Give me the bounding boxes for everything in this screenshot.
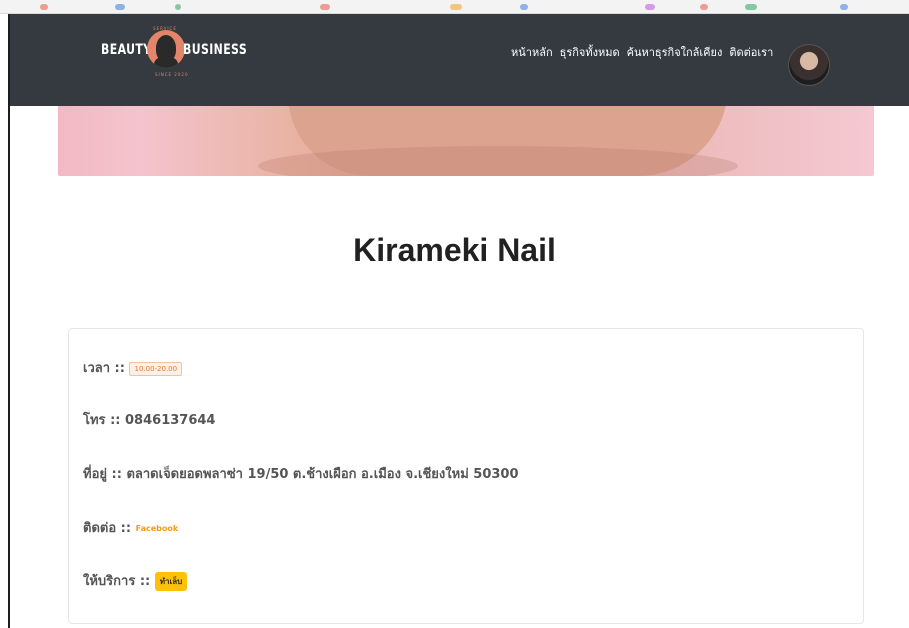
logo-word-right: BUSINESS (183, 42, 248, 58)
address-row: ที่อยู่ :: ตลาดเจ็ดยอดพลาซ่า 19/50 ต.ช้า… (83, 467, 519, 482)
shop-info-card: เวลา :: 10.00-20.00 โทร :: 0846137644 ที… (68, 328, 864, 624)
hero-image (58, 106, 874, 176)
brand-logo[interactable]: SERVICE BEAUTY BUSINESS SINCE 2020 (101, 26, 251, 96)
facebook-link[interactable]: Facebook (136, 524, 179, 533)
browser-top-strip (0, 0, 909, 14)
logo-tag-bottom: SINCE 2020 (155, 72, 189, 77)
hours-row: เวลา :: 10.00-20.00 (83, 357, 183, 378)
service-row: ให้บริการ :: ทำเล็บ (83, 570, 188, 591)
service-label: ให้บริการ (83, 574, 136, 589)
logo-silhouette-icon (147, 30, 185, 68)
logo-word-left: BEAUTY (101, 42, 152, 58)
address-label: ที่อยู่ (83, 467, 107, 482)
contact-label: ติดต่อ (83, 521, 117, 536)
window-edge (8, 14, 10, 628)
nav-item-all-businesses[interactable]: ธุรกิจทั้งหมด (560, 43, 620, 61)
nav-menu: หน้าหลัก ธุรกิจทั้งหมด ค้นหาธุรกิจใกล้เค… (511, 43, 773, 61)
page-title: Kirameki Nail (353, 232, 556, 268)
hours-badge: 10.00-20.00 (129, 361, 183, 376)
phone-row: โทร :: 0846137644 (83, 413, 216, 428)
nav-item-contact[interactable]: ติดต่อเรา (729, 43, 773, 61)
user-avatar[interactable] (788, 44, 830, 86)
nav-item-home[interactable]: หน้าหลัก (511, 43, 553, 61)
contact-row: ติดต่อ :: Facebook (83, 521, 179, 536)
hours-label: เวลา (83, 361, 111, 376)
phone-value: 0846137644 (125, 413, 216, 428)
service-badge: ทำเล็บ (154, 572, 188, 591)
nav-item-nearby-search[interactable]: ค้นหาธุรกิจใกล้เคียง (627, 43, 723, 61)
phone-label: โทร (83, 413, 106, 428)
address-value: ตลาดเจ็ดยอดพลาซ่า 19/50 ต.ช้างเผือก อ.เม… (126, 467, 519, 482)
